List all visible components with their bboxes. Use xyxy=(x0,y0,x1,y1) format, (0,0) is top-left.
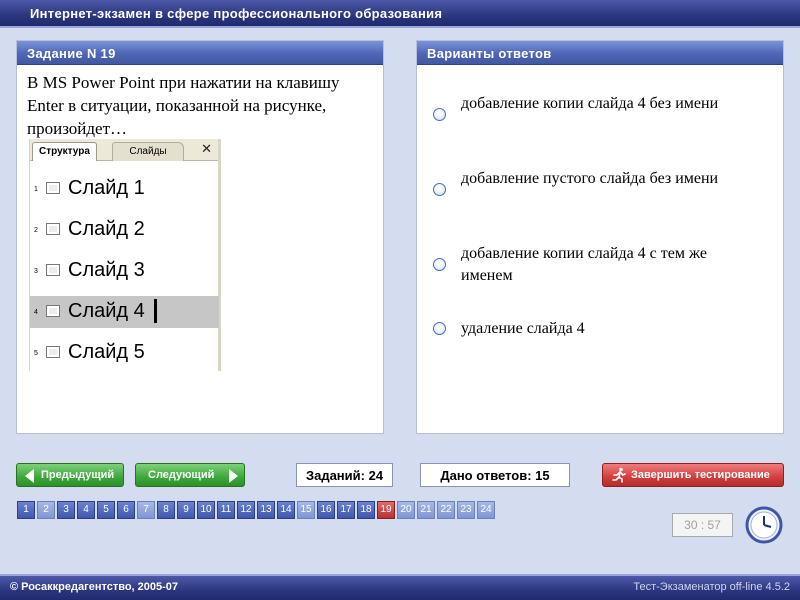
next-label: Следующий xyxy=(148,469,215,481)
page-button-16[interactable]: 16 xyxy=(317,501,335,519)
task-panel: Задание N 19 В MS Power Point при нажати… xyxy=(16,40,384,434)
answer-option-3[interactable]: добавление копии слайда 4 с тем же имене… xyxy=(429,243,769,287)
answer-option-4[interactable]: удаление слайда 4 xyxy=(429,318,769,342)
answer-option-2[interactable]: добавление пустого слайда без имени xyxy=(429,168,769,212)
page-button-14[interactable]: 14 xyxy=(277,501,295,519)
page-button-2[interactable]: 2 xyxy=(37,501,55,519)
slide-row: 4 Слайд 4 xyxy=(30,296,219,328)
page-button-15[interactable]: 15 xyxy=(297,501,315,519)
answers-counter: Дано ответов: 15 xyxy=(420,463,570,487)
task-heading: Задание N 19 xyxy=(17,41,383,65)
slide-label: Слайд 3 xyxy=(68,259,145,281)
arrow-left-icon xyxy=(25,469,34,483)
slide-label: Слайд 2 xyxy=(68,218,145,240)
slide-row: 3 Слайд 3 xyxy=(30,255,219,287)
slide-thumbnail-icon xyxy=(46,182,60,194)
slide-number: 5 xyxy=(34,350,38,357)
slide-number: 3 xyxy=(34,268,38,275)
previous-label: Предыдущий xyxy=(41,469,115,481)
runner-icon xyxy=(612,467,626,483)
arrow-right-icon xyxy=(229,469,238,483)
next-button[interactable]: Следующий xyxy=(135,463,245,487)
radio-icon[interactable] xyxy=(433,108,446,121)
page-button-1[interactable]: 1 xyxy=(17,501,35,519)
text-cursor xyxy=(154,299,157,323)
page-button-12[interactable]: 12 xyxy=(237,501,255,519)
answer-option-1[interactable]: добавление копии слайда 4 без имени xyxy=(429,93,769,137)
slide-label: Слайд 5 xyxy=(68,341,145,363)
slide-thumbnail-icon xyxy=(46,346,60,358)
footer: © Росаккредагентство, 2005-07 Тест-Экзам… xyxy=(0,574,800,600)
page-button-13[interactable]: 13 xyxy=(257,501,275,519)
slide-label: Слайд 4 xyxy=(68,300,145,322)
slide-label: Слайд 1 xyxy=(68,177,145,199)
powerpoint-figure: Структура Слайды ✕ 1 Слайд 1 2 Слайд 2 3 Слай… xyxy=(29,139,221,371)
answer-text: удаление слайда 4 xyxy=(461,320,585,337)
title-bar: Интернет-экзамен в сфере профессионально… xyxy=(0,0,800,28)
clock-icon xyxy=(745,506,783,544)
page-button-6[interactable]: 6 xyxy=(117,501,135,519)
answer-text: добавление пустого слайда без имени xyxy=(461,170,719,187)
previous-button[interactable]: Предыдущий xyxy=(16,463,124,487)
version: Тест-Экзаменатор off-line 4.5.2 xyxy=(633,581,790,593)
tasks-counter: Заданий: 24 xyxy=(296,463,393,487)
radio-icon[interactable] xyxy=(433,322,446,335)
page-button-5[interactable]: 5 xyxy=(97,501,115,519)
slide-row: 5 Слайд 5 xyxy=(30,337,219,369)
page-button-23[interactable]: 23 xyxy=(457,501,475,519)
slide-number: 1 xyxy=(34,186,38,193)
finish-test-button[interactable]: Завершить тестирование xyxy=(602,463,784,487)
slide-row: 2 Слайд 2 xyxy=(30,214,219,246)
slide-row: 1 Слайд 1 xyxy=(30,173,219,205)
answers-panel: Варианты ответов добавление копии слайда… xyxy=(416,40,784,434)
app-title: Интернет-экзамен в сфере профессионально… xyxy=(30,6,443,21)
page-button-7[interactable]: 7 xyxy=(137,501,155,519)
figure-tab-slides: Слайды xyxy=(112,142,184,161)
page-button-20[interactable]: 20 xyxy=(397,501,415,519)
page-button-17[interactable]: 17 xyxy=(337,501,355,519)
figure-tab-structure: Структура xyxy=(32,142,97,161)
page-button-10[interactable]: 10 xyxy=(197,501,215,519)
close-icon: ✕ xyxy=(201,141,212,156)
copyright: © Росаккредагентство, 2005-07 xyxy=(10,581,179,593)
page-button-9[interactable]: 9 xyxy=(177,501,195,519)
radio-icon[interactable] xyxy=(433,258,446,271)
finish-label: Завершить тестирование xyxy=(631,469,770,481)
page-button-19[interactable]: 19 xyxy=(377,501,395,519)
slide-thumbnail-icon xyxy=(46,264,60,276)
slide-number: 4 xyxy=(34,309,38,316)
answer-text: добавление копии слайда 4 с тем же имене… xyxy=(461,245,707,284)
slide-number: 2 xyxy=(34,227,38,234)
page-button-8[interactable]: 8 xyxy=(157,501,175,519)
page-button-21[interactable]: 21 xyxy=(417,501,435,519)
slide-thumbnail-icon xyxy=(46,305,60,317)
question-text: В MS Power Point при нажатии на клавишу … xyxy=(27,73,340,138)
answer-text: добавление копии слайда 4 без имени xyxy=(461,95,719,112)
timer-display: 30 : 57 xyxy=(672,513,733,537)
figure-tabs: Структура Слайды ✕ xyxy=(30,139,218,161)
page-button-4[interactable]: 4 xyxy=(77,501,95,519)
answers-heading: Варианты ответов xyxy=(417,41,783,65)
page-button-22[interactable]: 22 xyxy=(437,501,455,519)
page-button-3[interactable]: 3 xyxy=(57,501,75,519)
radio-icon[interactable] xyxy=(433,183,446,196)
slide-thumbnail-icon xyxy=(46,223,60,235)
page-button-11[interactable]: 11 xyxy=(217,501,235,519)
page-button-18[interactable]: 18 xyxy=(357,501,375,519)
page-button-24[interactable]: 24 xyxy=(477,501,495,519)
